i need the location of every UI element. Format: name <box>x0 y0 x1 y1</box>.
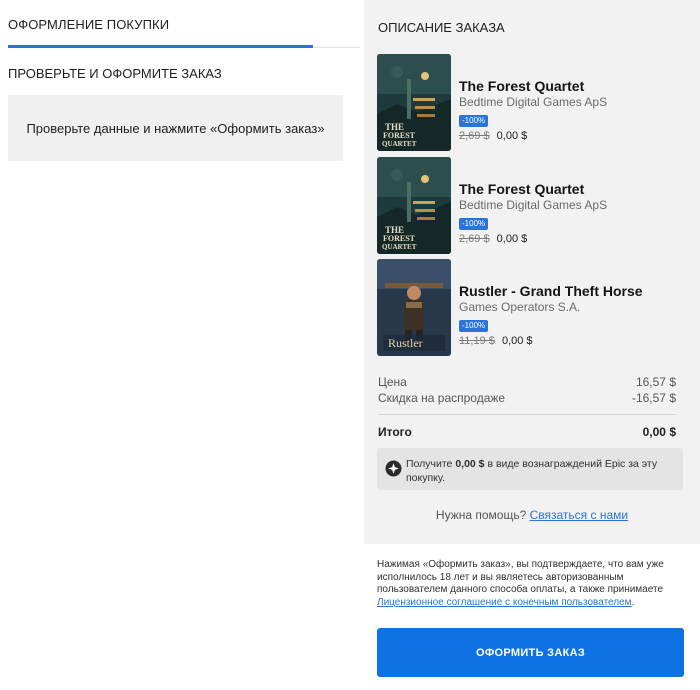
review-notice: Проверьте данные и нажмите «Оформить зак… <box>8 95 343 161</box>
summary-title: ОПИСАНИЕ ЗАКАЗА <box>378 20 505 35</box>
old-price: 2,69 $ <box>459 130 490 142</box>
item-publisher: Bedtime Digital Games ApS <box>459 95 608 109</box>
review-notice-text: Проверьте данные и нажмите «Оформить зак… <box>26 120 325 136</box>
contact-us-link[interactable]: Связаться с нами <box>530 508 628 522</box>
checkout-panel: ОФОРМЛЕНИЕ ПОКУПКИ ПРОВЕРЬТЕ И ОФОРМИТЕ … <box>0 0 364 690</box>
place-order-button[interactable]: ОФОРМИТЬ ЗАКАЗ <box>377 628 684 677</box>
help-text: Нужна помощь? <box>435 508 527 522</box>
tab-active-indicator <box>8 45 313 48</box>
svg-text:QUARTET: QUARTET <box>382 243 417 251</box>
reward-amount: 0,00 $ <box>455 458 485 470</box>
discount-badge: -100% <box>459 320 489 332</box>
epic-rewards-icon <box>385 460 402 477</box>
order-footer: Нажимая «Оформить заказ», вы подтверждае… <box>364 544 700 690</box>
order-item: THE FOREST QUARTET The Forest Quartet Be… <box>377 157 689 254</box>
epic-rewards-notice: Получите 0,00 $ в виде вознаграждений Ep… <box>377 448 683 490</box>
eula-link[interactable]: Лицензионное соглашение с конечным польз… <box>377 597 632 608</box>
new-price: 0,00 $ <box>501 335 533 347</box>
summary-divider <box>378 414 676 415</box>
svg-text:QUARTET: QUARTET <box>382 140 417 148</box>
terms-text: Нажимая «Оформить заказ», вы подтверждае… <box>377 559 664 596</box>
item-publisher: Games Operators S.A. <box>459 300 581 314</box>
order-summary-panel: ОПИСАНИЕ ЗАКАЗА THE FOREST QUARTET The F… <box>364 0 700 690</box>
game-cover-image: THE FOREST QUARTET <box>377 54 451 151</box>
total-value: 0,00 $ <box>642 425 676 439</box>
svg-text:FOREST: FOREST <box>383 234 416 243</box>
discount-badge: -100% <box>459 115 489 127</box>
old-price: 11,19 $ <box>459 335 495 347</box>
item-publisher: Bedtime Digital Games ApS <box>459 198 608 212</box>
help-line: Нужна помощь? Связаться с нами <box>364 508 700 522</box>
price-value: 16,57 $ <box>635 375 676 389</box>
price-label: Цена <box>378 375 407 389</box>
discount-label: Скидка на распродаже <box>378 391 506 405</box>
new-price: 0,00 $ <box>496 233 528 245</box>
item-name: The Forest Quartet <box>459 78 585 94</box>
terms-notice: Нажимая «Оформить заказ», вы подтверждае… <box>377 559 677 609</box>
old-price: 2,69 $ <box>459 233 490 245</box>
order-item: THE FOREST QUARTET The Forest Quartet Be… <box>377 54 689 151</box>
section-title: ПРОВЕРЬТЕ И ОФОРМИТЕ ЗАКАЗ <box>8 66 222 81</box>
discount-badge: -100% <box>459 218 489 230</box>
terms-end: . <box>631 596 635 608</box>
item-name: Rustler - Grand Theft Horse <box>459 283 643 299</box>
game-cover-image: Rustler <box>377 259 451 356</box>
game-cover-image: THE FOREST QUARTET <box>377 157 451 254</box>
new-price: 0,00 $ <box>496 130 528 142</box>
discount-value: -16,57 $ <box>631 391 676 405</box>
item-name: The Forest Quartet <box>459 181 585 197</box>
order-item: Rustler Rustler - Grand Theft Horse Game… <box>377 259 689 356</box>
total-label: Итого <box>378 425 412 439</box>
total-row: Итого 0,00 $ <box>378 425 676 439</box>
discount-row: Скидка на распродаже -16,57 $ <box>378 391 676 405</box>
svg-text:Rustler: Rustler <box>388 336 423 350</box>
reward-prefix: Получите <box>406 458 453 470</box>
price-row: Цена 16,57 $ <box>378 375 676 389</box>
svg-text:FOREST: FOREST <box>383 131 416 140</box>
tab-checkout[interactable]: ОФОРМЛЕНИЕ ПОКУПКИ <box>8 17 169 32</box>
